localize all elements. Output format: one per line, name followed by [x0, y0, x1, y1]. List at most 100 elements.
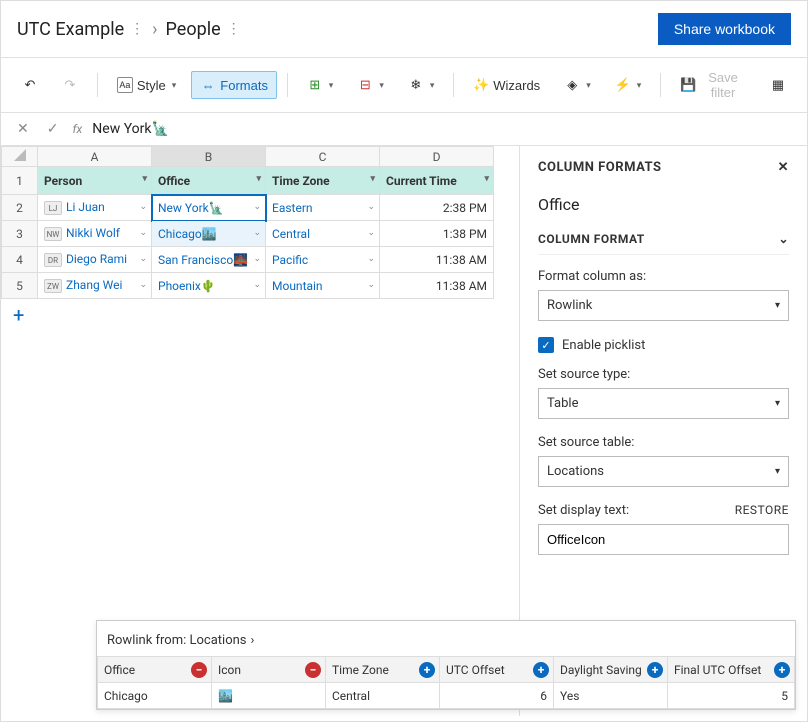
chevron-down-icon[interactable]: ⌄	[253, 228, 261, 238]
field-header-person[interactable]: Person▾	[38, 167, 152, 195]
chevron-down-icon[interactable]: ⌄	[367, 254, 375, 264]
row-num[interactable]: 1	[2, 167, 38, 195]
drag-handle-icon[interactable]: ⋮	[130, 21, 144, 37]
header-label: Final UTC Offset	[674, 663, 761, 677]
chevron-down-icon[interactable]: ▾	[142, 174, 147, 184]
drag-handle-icon[interactable]: ⋮	[227, 21, 241, 37]
chevron-down-icon: ▾	[379, 80, 384, 91]
formats-button[interactable]: ⇔ Formats	[191, 71, 277, 99]
breadcrumb-sheet[interactable]: People ⋮	[166, 19, 241, 40]
cell-tz[interactable]: Pacific⌄	[266, 247, 380, 273]
chevron-down-icon[interactable]: ⌄	[139, 280, 147, 290]
chevron-down-icon[interactable]: ⌄	[139, 228, 147, 238]
rowlink-cell[interactable]: Chicago	[98, 683, 212, 709]
share-workbook-button[interactable]: Share workbook	[658, 13, 791, 45]
chevron-down-icon[interactable]: ⌄	[367, 280, 375, 290]
breadcrumb-workbook[interactable]: UTC Example ⋮	[17, 19, 144, 40]
style-button[interactable]: Aa Style ▾	[108, 71, 185, 99]
cell-time[interactable]: 11:38 AM	[380, 247, 494, 273]
chevron-down-icon[interactable]: ⌄	[253, 202, 261, 212]
add-col-icon[interactable]: +	[533, 662, 549, 678]
formula-value[interactable]: New York🗽	[92, 121, 169, 137]
cell-tz[interactable]: Central⌄	[266, 221, 380, 247]
field-header-timezone[interactable]: Time Zone▾	[266, 167, 380, 195]
style-label: Style	[137, 78, 166, 93]
cell-tz[interactable]: Eastern⌄	[266, 195, 380, 221]
cell-time[interactable]: 11:38 AM	[380, 273, 494, 299]
col-header-b[interactable]: B	[152, 147, 266, 167]
add-col-icon[interactable]: +	[419, 662, 435, 678]
cancel-edit-button[interactable]: ✕	[13, 119, 33, 139]
rowlink-cell[interactable]: Central	[326, 683, 440, 709]
row-num[interactable]: 2	[2, 195, 38, 221]
layers-button[interactable]: ◈▾	[555, 71, 600, 99]
rowlink-header-office[interactable]: Office−	[98, 657, 212, 683]
chevron-down-icon[interactable]: ⌄	[139, 202, 147, 212]
add-col-icon[interactable]: +	[647, 662, 663, 678]
rowlink-cell[interactable]: Yes	[554, 683, 668, 709]
rowlink-header-utc[interactable]: UTC Offset+	[440, 657, 554, 683]
field-header-office[interactable]: Office▾	[152, 167, 266, 195]
source-table-select[interactable]: Locations ▾	[538, 456, 789, 487]
row-num[interactable]: 5	[2, 273, 38, 299]
rowlink-header-futc[interactable]: Final UTC Offset +	[668, 657, 795, 683]
wizards-button[interactable]: ✨ Wizards	[464, 71, 549, 99]
chevron-down-icon[interactable]: ▾	[484, 174, 489, 184]
row-num[interactable]: 3	[2, 221, 38, 247]
redo-button[interactable]: ↷	[53, 71, 87, 99]
cell-office[interactable]: Chicago🏙️ ⌄	[152, 221, 266, 247]
cell-tz[interactable]: Mountain⌄	[266, 273, 380, 299]
rowlink-cell[interactable]: 🏙️	[212, 683, 326, 709]
rowlink-cell[interactable]: 6	[440, 683, 554, 709]
insert-col-button[interactable]: ⊞▾	[298, 71, 343, 99]
chevron-down-icon[interactable]: ⌄	[139, 254, 147, 264]
rowlink-title-text: Rowlink from: Locations	[107, 633, 247, 648]
enable-picklist-checkbox[interactable]: ✓ Enable picklist	[538, 337, 789, 353]
rowlink-title[interactable]: Rowlink from: Locations ›	[97, 629, 795, 656]
confirm-edit-button[interactable]: ✓	[43, 119, 63, 139]
add-col-icon[interactable]: +	[774, 662, 790, 678]
cell-time[interactable]: 1:38 PM	[380, 221, 494, 247]
cell-person[interactable]: DRDiego Rami⌄	[38, 247, 152, 273]
remove-col-icon[interactable]: −	[191, 662, 207, 678]
grid-view-button[interactable]: ▦	[761, 71, 795, 99]
format-as-select[interactable]: Rowlink ▾	[538, 290, 789, 321]
delete-col-button[interactable]: ⊟▾	[348, 71, 393, 99]
col-header-a[interactable]: A	[38, 147, 152, 167]
rowlink-header-icon[interactable]: Icon−	[212, 657, 326, 683]
display-text-input[interactable]	[538, 524, 789, 555]
collapse-section-button[interactable]: ⌄	[778, 232, 789, 246]
add-row-button[interactable]: +	[1, 299, 519, 331]
select-all-corner[interactable]	[2, 147, 38, 167]
col-header-c[interactable]: C	[266, 147, 380, 167]
field-header-currenttime[interactable]: Current Time▾	[380, 167, 494, 195]
cell-text: Chicago🏙️	[158, 227, 217, 241]
rowlink-header-tz[interactable]: Time Zone+	[326, 657, 440, 683]
cell-office[interactable]: Phoenix🌵⌄	[152, 273, 266, 299]
cell-office[interactable]: New York🗽⌄	[152, 195, 266, 221]
cell-person[interactable]: LJLi Juan⌄	[38, 195, 152, 221]
table-row: 2 LJLi Juan⌄ New York🗽⌄ Eastern⌄ 2:38 PM	[2, 195, 494, 221]
undo-button[interactable]: ↶	[13, 71, 47, 99]
chevron-down-icon[interactable]: ⌄	[367, 228, 375, 238]
bolt-icon: ⚡	[615, 77, 631, 93]
automation-button[interactable]: ⚡▾	[606, 71, 651, 99]
cell-time[interactable]: 2:38 PM	[380, 195, 494, 221]
col-header-d[interactable]: D	[380, 147, 494, 167]
close-panel-button[interactable]: ✕	[778, 160, 789, 175]
freeze-button[interactable]: ❄▾	[399, 71, 444, 99]
source-type-select[interactable]: Table ▾	[538, 388, 789, 419]
restore-button[interactable]: RESTORE	[735, 503, 789, 517]
cell-person[interactable]: NWNikki Wolf⌄	[38, 221, 152, 247]
row-num[interactable]: 4	[2, 247, 38, 273]
rowlink-header-dst[interactable]: Daylight Saving+	[554, 657, 668, 683]
chevron-down-icon[interactable]: ⌄	[253, 280, 261, 290]
chevron-down-icon[interactable]: ⌄	[367, 202, 375, 212]
cell-office[interactable]: San Francisco🌉⌄	[152, 247, 266, 273]
chevron-down-icon[interactable]: ⌄	[253, 254, 261, 264]
chevron-down-icon[interactable]: ▾	[256, 174, 261, 184]
cell-person[interactable]: ZWZhang Wei⌄	[38, 273, 152, 299]
chevron-down-icon[interactable]: ▾	[370, 174, 375, 184]
remove-col-icon[interactable]: −	[305, 662, 321, 678]
rowlink-cell[interactable]: 5	[668, 683, 795, 709]
